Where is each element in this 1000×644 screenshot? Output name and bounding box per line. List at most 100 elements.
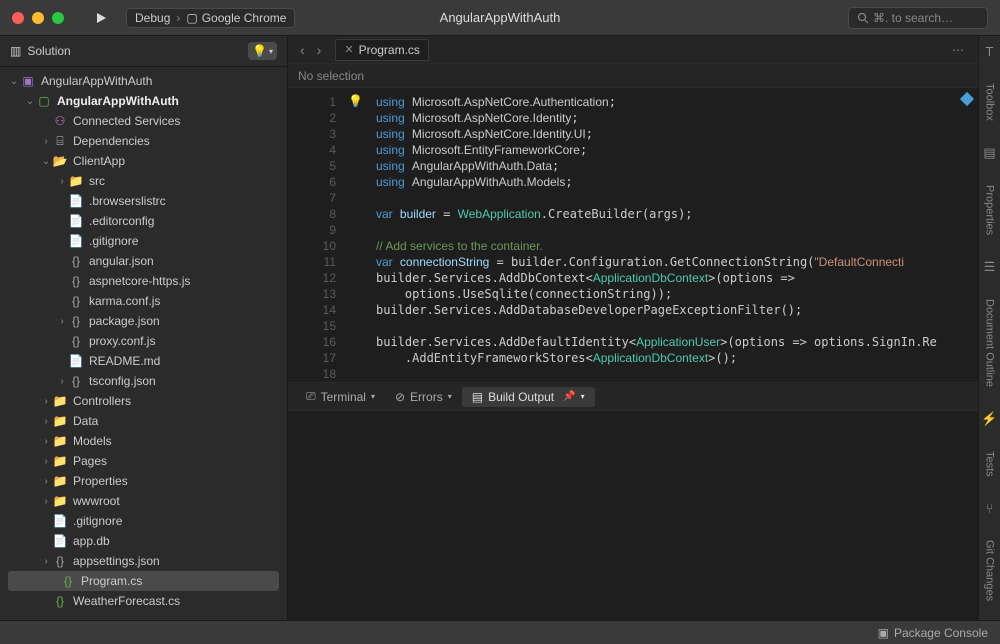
rightbar-toolbox[interactable]: Toolbox bbox=[984, 79, 996, 125]
document-outline-icon[interactable]: ☰ bbox=[984, 259, 996, 275]
properties-icon[interactable]: ▤ bbox=[983, 145, 995, 161]
tree-label: Program.cs bbox=[81, 574, 142, 588]
tree-item-program-cs[interactable]: {} Program.cs bbox=[8, 571, 279, 591]
tree-item-folder[interactable]: › 📁 Data bbox=[0, 411, 287, 431]
tab-errors[interactable]: ⊘ Errors ▾ bbox=[385, 387, 462, 407]
chevron-right-icon: › bbox=[40, 396, 52, 407]
pin-icon[interactable]: 📌 bbox=[563, 391, 575, 402]
code-content[interactable]: using Microsoft.AspNetCore.Authenticatio… bbox=[344, 88, 978, 382]
tree-item-file[interactable]: {} angular.json bbox=[0, 251, 287, 271]
chevron-right-icon: › bbox=[176, 11, 180, 25]
tree-item-file[interactable]: {} karma.conf.js bbox=[0, 291, 287, 311]
tree-item-file[interactable]: 📄 .browserslistrc bbox=[0, 191, 287, 211]
tree-item-file[interactable]: 📄 .gitignore bbox=[0, 511, 287, 531]
terminal-icon: ⎚ bbox=[306, 389, 316, 404]
tree-item-folder[interactable]: › 📁 wwwroot bbox=[0, 491, 287, 511]
chevron-down-icon: ⌄ bbox=[8, 76, 20, 87]
tab-label: Terminal bbox=[321, 390, 366, 404]
tree-item-dependencies[interactable]: › ⌸ Dependencies bbox=[0, 131, 287, 151]
tree-item-clientapp[interactable]: ⌄ 📂 ClientApp bbox=[0, 151, 287, 171]
tree-item-file[interactable]: 📄 README.md bbox=[0, 351, 287, 371]
tree-label: .editorconfig bbox=[89, 214, 154, 228]
tab-terminal[interactable]: ⎚ Terminal ▾ bbox=[296, 386, 385, 407]
tree-solution-root[interactable]: ⌄ ▣ AngularAppWithAuth bbox=[0, 71, 287, 91]
tree-item-file[interactable]: › {} tsconfig.json bbox=[0, 371, 287, 391]
solution-icon: ▥ bbox=[10, 44, 21, 58]
tree-item-file[interactable]: 📄 app.db bbox=[0, 531, 287, 551]
search-placeholder: ⌘. to search… bbox=[873, 11, 953, 25]
csharp-icon: {} bbox=[60, 573, 76, 589]
package-console-button[interactable]: ▣ Package Console bbox=[878, 626, 988, 640]
editor-tab-program-cs[interactable]: ✕ Program.cs bbox=[335, 39, 429, 61]
tree-label: appsettings.json bbox=[73, 554, 160, 568]
rightbar-tests[interactable]: Tests bbox=[984, 447, 996, 481]
nav-forward-button[interactable]: › bbox=[311, 40, 328, 60]
tree-label: karma.conf.js bbox=[89, 294, 160, 308]
debug-target-selector[interactable]: Debug › ▢ Google Chrome bbox=[126, 8, 295, 28]
right-toolbar: T Toolbox ▤ Properties ☰ Document Outlin… bbox=[978, 36, 1000, 620]
breadcrumb-bar[interactable]: No selection bbox=[288, 64, 978, 88]
rightbar-git-changes[interactable]: Git Changes bbox=[984, 536, 996, 605]
tree-item-folder[interactable]: › 📁 Controllers bbox=[0, 391, 287, 411]
tree-item-connected-services[interactable]: ⚇ Connected Services bbox=[0, 111, 287, 131]
rightbar-document-outline[interactable]: Document Outline bbox=[984, 295, 996, 391]
minimize-window-button[interactable] bbox=[32, 12, 44, 24]
folder-icon: 📁 bbox=[68, 173, 84, 189]
package-console-label: Package Console bbox=[894, 626, 988, 640]
tree-item-file[interactable]: 📄 .editorconfig bbox=[0, 211, 287, 231]
global-search-input[interactable]: ⌘. to search… bbox=[848, 7, 988, 29]
tree-item-folder[interactable]: › 📁 Pages bbox=[0, 451, 287, 471]
tests-icon[interactable]: ⚡ bbox=[981, 411, 997, 427]
chevron-down-icon: ▾ bbox=[371, 392, 375, 401]
close-window-button[interactable] bbox=[12, 12, 24, 24]
tree-label: Data bbox=[73, 414, 98, 428]
tab-label: Errors bbox=[410, 390, 443, 404]
tab-build-output[interactable]: ▤ Build Output 📌 ▾ bbox=[462, 387, 595, 407]
lightbulb-hint-icon[interactable]: 💡 bbox=[348, 94, 363, 108]
chevron-right-icon: › bbox=[40, 456, 52, 467]
chevron-right-icon: › bbox=[40, 416, 52, 427]
solution-tree[interactable]: ⌄ ▣ AngularAppWithAuth ⌄ ▢ AngularAppWit… bbox=[0, 67, 287, 620]
tree-label: WeatherForecast.cs bbox=[73, 594, 180, 608]
toolbox-icon[interactable]: T bbox=[986, 44, 994, 59]
js-icon: {} bbox=[68, 333, 84, 349]
chevron-down-icon: ⌄ bbox=[40, 156, 52, 167]
tree-item-file[interactable]: › {} appsettings.json bbox=[0, 551, 287, 571]
maximize-window-button[interactable] bbox=[52, 12, 64, 24]
tree-project[interactable]: ⌄ ▢ AngularAppWithAuth bbox=[0, 91, 287, 111]
tree-label: .browserslistrc bbox=[89, 194, 166, 208]
tree-item-file[interactable]: › {} package.json bbox=[0, 311, 287, 331]
tree-item-file[interactable]: 📄 .gitignore bbox=[0, 231, 287, 251]
code-editor[interactable]: 1234567891011121314151617181920 💡 using … bbox=[288, 88, 978, 382]
build-icon: ▤ bbox=[472, 390, 483, 404]
tab-label: Program.cs bbox=[359, 43, 420, 57]
tree-item-folder[interactable]: › 📁 Models bbox=[0, 431, 287, 451]
titlebar: Debug › ▢ Google Chrome AngularAppWithAu… bbox=[0, 0, 1000, 36]
project-icon: ▢ bbox=[36, 93, 52, 109]
chevron-down-icon: ▾ bbox=[269, 47, 273, 56]
tree-item-file[interactable]: {} WeatherForecast.cs bbox=[0, 591, 287, 611]
chevron-right-icon: › bbox=[56, 376, 68, 387]
output-panel-body[interactable] bbox=[288, 410, 978, 620]
tree-item-file[interactable]: {} aspnetcore-https.js bbox=[0, 271, 287, 291]
editor-overflow-menu[interactable]: ⋯ bbox=[944, 43, 972, 57]
tree-item-src[interactable]: › 📁 src bbox=[0, 171, 287, 191]
folder-icon: 📁 bbox=[52, 493, 68, 509]
chevron-down-icon: ⌄ bbox=[24, 96, 36, 107]
error-icon: ⊘ bbox=[395, 390, 405, 404]
run-button[interactable] bbox=[94, 11, 108, 25]
tree-item-folder[interactable]: › 📁 Properties bbox=[0, 471, 287, 491]
rightbar-properties[interactable]: Properties bbox=[984, 181, 996, 239]
debug-config-label: Debug bbox=[135, 11, 170, 25]
chevron-right-icon: › bbox=[40, 476, 52, 487]
nav-back-button[interactable]: ‹ bbox=[294, 40, 311, 60]
statusbar: ▣ Package Console bbox=[0, 620, 1000, 644]
bottom-panel-tabs: ⎚ Terminal ▾ ⊘ Errors ▾ ▤ Build Output 📌… bbox=[288, 382, 978, 410]
tree-item-file[interactable]: {} proxy.conf.js bbox=[0, 331, 287, 351]
lightbulb-button[interactable]: 💡 ▾ bbox=[248, 42, 277, 60]
json-icon: {} bbox=[68, 373, 84, 389]
git-icon[interactable]: ⑂ bbox=[986, 501, 994, 516]
close-tab-icon[interactable]: ✕ bbox=[344, 43, 353, 56]
debug-target-label: Google Chrome bbox=[202, 11, 287, 25]
solution-explorer: ▥ Solution 💡 ▾ ⌄ ▣ AngularAppWithAuth ⌄ … bbox=[0, 36, 288, 620]
